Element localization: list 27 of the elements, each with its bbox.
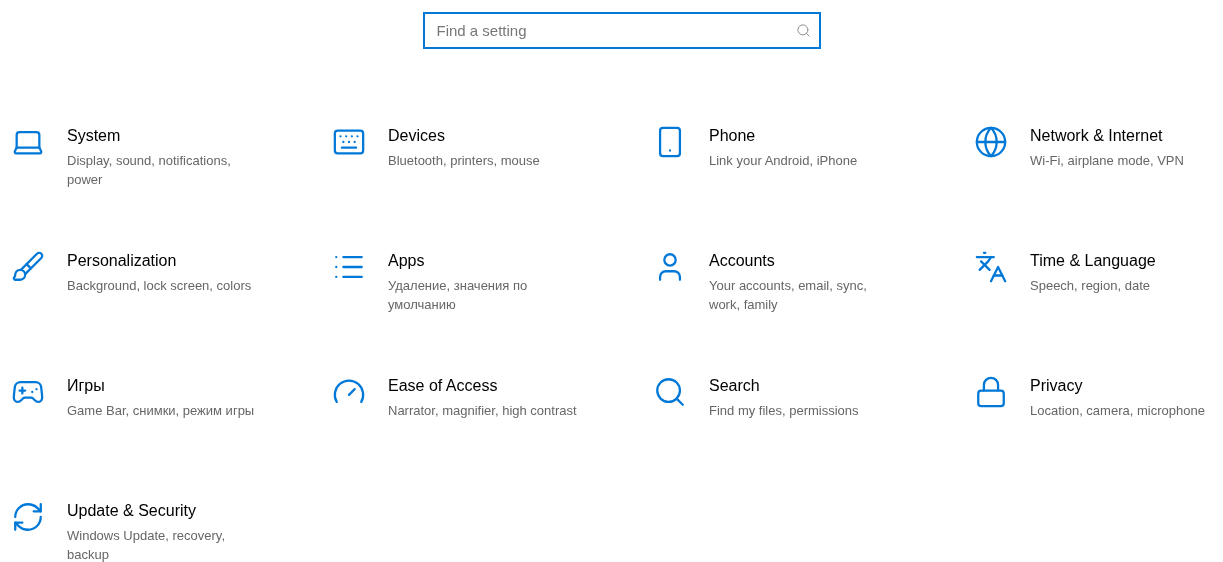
category-description: Location, camera, microphone [1030, 402, 1205, 420]
category-title[interactable]: Devices [388, 127, 540, 145]
category-description: Find my files, permissions [709, 402, 859, 420]
category-description: Display, sound, notifications, power [67, 152, 232, 189]
category-title[interactable]: Time & Language [1030, 252, 1156, 270]
category-title[interactable]: Ease of Access [388, 377, 577, 395]
category-title[interactable]: Update & Security [67, 502, 257, 520]
category-description: Bluetooth, printers, mouse [388, 152, 540, 170]
category-title[interactable]: Accounts [709, 252, 899, 270]
category-title[interactable]: Phone [709, 127, 858, 145]
category-description: Background, lock screen, colors [67, 277, 252, 295]
category-title[interactable]: Personalization [67, 252, 252, 270]
category-title[interactable]: Apps [388, 252, 578, 270]
category-description: Link your Android, iPhone [709, 152, 858, 170]
category-description: Narrator, magnifier, high contrast [388, 402, 577, 420]
category-title[interactable]: Игры [67, 377, 255, 395]
category-title[interactable]: Search [709, 377, 859, 395]
search-field[interactable]: Find a setting [422, 12, 821, 49]
category-description: Game Bar, снимки, режим игры [67, 402, 255, 420]
category-description: Wi-Fi, airplane mode, VPN [1030, 152, 1184, 170]
category-title[interactable]: Network & Internet [1030, 127, 1184, 145]
category-description: Удаление, значения по умолчанию [388, 277, 529, 314]
category-description: Speech, region, date [1030, 277, 1151, 295]
category-title[interactable]: System [67, 127, 257, 145]
category-description: Your accounts, email, sync, work, family [709, 277, 868, 314]
category-title[interactable]: Privacy [1030, 377, 1205, 395]
category-description: Windows Update, recovery, backup [67, 527, 226, 562]
